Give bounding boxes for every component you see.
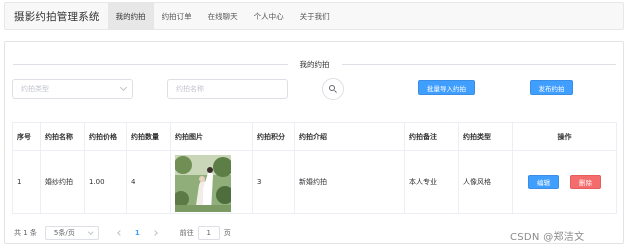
header-intro: 约拍介绍 [294, 122, 405, 151]
prev-page-button[interactable] [115, 229, 123, 237]
header-name: 约拍名称 [40, 122, 85, 151]
table-header-row: 序号 约拍名称 约拍价格 约拍数量 约拍图片 约拍积分 约拍介绍 约拍备注 约拍… [12, 122, 617, 151]
pagination: 共 1 条 5条/页 1 前往 页 [14, 226, 231, 240]
top-navbar: 摄影约拍管理系统 我的约拍 约拍订单 在线聊天 个人中心 关于我们 [4, 2, 624, 30]
cell-quantity: 4 [126, 150, 171, 214]
header-remark: 约拍备注 [404, 122, 459, 151]
batch-import-button[interactable]: 批量导入约拍 [418, 80, 475, 95]
publish-shoot-button[interactable]: 发布约拍 [530, 80, 573, 95]
shoot-type-select[interactable]: 约拍类型 [12, 79, 133, 99]
header-price: 约拍价格 [84, 122, 127, 151]
divider-right [341, 63, 616, 65]
cell-actions: 编辑 删除 [512, 150, 617, 214]
nav-my-shoots[interactable]: 我的约拍 [107, 3, 154, 29]
cell-price: 1.00 [84, 150, 127, 214]
delete-button[interactable]: 删除 [570, 175, 601, 189]
next-page-button[interactable] [151, 229, 160, 237]
divider-left [13, 63, 288, 65]
goto-page-input[interactable] [197, 226, 220, 240]
page-size-value: 5条/页 [53, 229, 75, 237]
chevron-down-icon [119, 83, 128, 92]
cell-type: 人像风格 [458, 150, 513, 214]
nav-about-us[interactable]: 关于我们 [292, 3, 338, 29]
nav-personal-center[interactable]: 个人中心 [246, 3, 292, 29]
watermark: CSDN @郑洁文 [510, 232, 585, 243]
page-number-current[interactable]: 1 [135, 229, 140, 237]
nav-orders[interactable]: 约拍订单 [154, 3, 200, 29]
cell-points: 3 [252, 150, 295, 214]
chevron-right-icon [151, 230, 158, 236]
chevron-left-icon [117, 230, 123, 236]
page-size-select[interactable]: 5条/页 [44, 226, 99, 240]
nav-online-chat[interactable]: 在线聊天 [200, 3, 246, 29]
table-row: 1 婚纱约拍 1.00 4 3 新婚约拍 本人专业 人像风格 编辑 删除 [12, 150, 617, 214]
header-points: 约拍积分 [252, 122, 295, 151]
shoot-photo-thumbnail[interactable] [175, 154, 231, 212]
app-brand: 摄影约拍管理系统 [14, 10, 100, 23]
pagination-total: 共 1 条 [14, 229, 37, 237]
page-suffix: 页 [223, 229, 231, 237]
header-actions: 操作 [512, 122, 617, 151]
cell-intro: 新婚约拍 [294, 150, 405, 214]
goto-label: 前往 [179, 229, 194, 237]
search-button[interactable] [322, 78, 344, 100]
cell-image [170, 150, 253, 214]
section-title: 我的约拍 [13, 59, 616, 69]
edit-button[interactable]: 编辑 [528, 175, 559, 189]
chevron-down-icon [88, 229, 94, 235]
cell-name: 婚纱约拍 [40, 150, 85, 214]
cell-index: 1 [12, 150, 41, 214]
header-type: 约拍类型 [458, 122, 513, 151]
shoots-table: 序号 约拍名称 约拍价格 约拍数量 约拍图片 约拍积分 约拍介绍 约拍备注 约拍… [12, 122, 617, 214]
header-index: 序号 [12, 122, 41, 151]
section-title-text: 我的约拍 [299, 59, 330, 69]
header-image: 约拍图片 [170, 122, 253, 151]
shoot-name-input[interactable] [167, 79, 288, 99]
search-icon [329, 85, 337, 93]
header-quantity: 约拍数量 [126, 122, 171, 151]
cell-remark: 本人专业 [404, 150, 459, 214]
shoot-type-placeholder: 约拍类型 [21, 85, 49, 93]
